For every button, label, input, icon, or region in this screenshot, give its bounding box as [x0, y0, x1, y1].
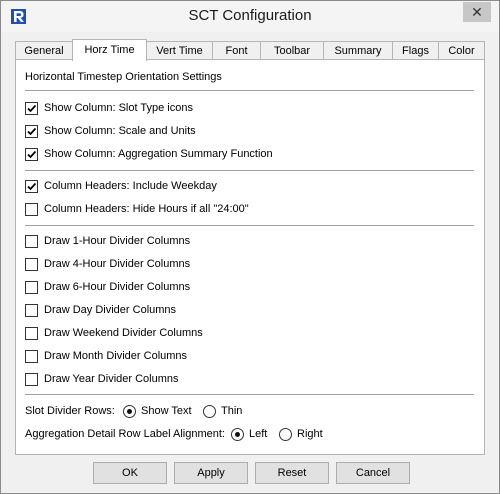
- radio-selected-dot: [127, 409, 132, 414]
- checkbox-label: Column Headers: Hide Hours if all "24:00…: [44, 203, 249, 215]
- checkbox-box[interactable]: [25, 180, 38, 193]
- alignment-right-radio[interactable]: [279, 428, 292, 441]
- tab-font[interactable]: Font: [212, 41, 261, 60]
- checkbox-box[interactable]: [25, 148, 38, 161]
- tab-flags[interactable]: Flags: [392, 41, 439, 60]
- tab-vert-time[interactable]: Vert Time: [146, 41, 213, 60]
- separator: [25, 90, 474, 91]
- title-bar: SCT Configuration ✕: [1, 1, 499, 32]
- apply-button[interactable]: Apply: [174, 462, 248, 484]
- tab-summary[interactable]: Summary: [323, 41, 393, 60]
- slot-divider-thin-radio[interactable]: [203, 405, 216, 418]
- checkbox-label: Draw 6-Hour Divider Columns: [44, 281, 191, 293]
- slot-divider-rows-label: Slot Divider Rows:: [25, 405, 115, 417]
- checkbox-box[interactable]: [25, 373, 38, 386]
- horz-time-panel: Horizontal Timestep Orientation Settings…: [15, 59, 485, 455]
- radio-label: Left: [249, 428, 268, 440]
- tab-color[interactable]: Color: [438, 41, 485, 60]
- checkbox-label: Column Headers: Include Weekday: [44, 180, 217, 192]
- checkbox-box[interactable]: [25, 125, 38, 138]
- tab-general[interactable]: General: [15, 41, 73, 60]
- window-title: SCT Configuration: [188, 7, 312, 24]
- checkbox-box[interactable]: [25, 350, 38, 363]
- radio-label: Show Text: [141, 405, 192, 417]
- checkbox-box[interactable]: [25, 203, 38, 216]
- checkbox-label: Draw Day Divider Columns: [44, 304, 177, 316]
- separator: [25, 394, 474, 395]
- slot-divider-show-text-radio[interactable]: [123, 405, 136, 418]
- checkbox-label: Draw 1-Hour Divider Columns: [44, 235, 191, 247]
- checkbox-label: Draw Weekend Divider Columns: [44, 327, 203, 339]
- reset-button[interactable]: Reset: [255, 462, 329, 484]
- radio-label: Thin: [221, 405, 243, 417]
- sct-configuration-window: SCT Configuration ✕ General Horz Time Ve…: [0, 0, 500, 494]
- checkbox-label: Show Column: Slot Type icons: [44, 102, 193, 114]
- separator: [25, 170, 474, 171]
- cancel-button[interactable]: Cancel: [336, 462, 410, 484]
- checkbox-box[interactable]: [25, 327, 38, 340]
- checkbox-box[interactable]: [25, 102, 38, 115]
- checkbox-label: Show Column: Aggregation Summary Functio…: [44, 148, 273, 160]
- aggregation-alignment-label: Aggregation Detail Row Label Alignment:: [25, 428, 225, 440]
- tab-toolbar[interactable]: Toolbar: [260, 41, 324, 60]
- checkbox-box[interactable]: [25, 304, 38, 317]
- checkbox-label: Show Column: Scale and Units: [44, 125, 196, 137]
- close-button[interactable]: ✕: [463, 2, 491, 22]
- dialog-body: General Horz Time Vert Time Font Toolbar…: [1, 32, 499, 493]
- checkbox-box[interactable]: [25, 258, 38, 271]
- checkbox-box[interactable]: [25, 235, 38, 248]
- separator: [25, 225, 474, 226]
- ok-button[interactable]: OK: [93, 462, 167, 484]
- checkbox-label: Draw Year Divider Columns: [44, 373, 179, 385]
- checkbox-box[interactable]: [25, 281, 38, 294]
- checkbox-label: Draw 4-Hour Divider Columns: [44, 258, 191, 270]
- section-heading: Horizontal Timestep Orientation Settings: [25, 71, 222, 83]
- checkbox-label: Draw Month Divider Columns: [44, 350, 188, 362]
- tab-horz-time[interactable]: Horz Time: [72, 39, 147, 61]
- radio-selected-dot: [235, 432, 240, 437]
- alignment-left-radio[interactable]: [231, 428, 244, 441]
- radio-label: Right: [297, 428, 323, 440]
